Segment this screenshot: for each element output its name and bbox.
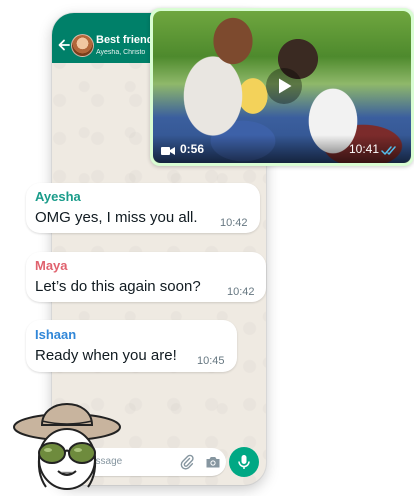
message-text: OMG yes, I miss you all. (35, 209, 198, 226)
message-time: 10:45 (197, 355, 225, 367)
message-sender: Ishaan (35, 327, 77, 342)
message-text: Let’s do this again soon? (35, 278, 201, 295)
attach-icon[interactable] (180, 454, 194, 470)
video-camera-icon (161, 147, 175, 155)
back-arrow-icon[interactable] (57, 38, 71, 52)
video-timestamp: 10:41 (349, 142, 380, 156)
play-icon (279, 78, 292, 94)
woman-with-hat-sticker (13, 403, 121, 490)
read-receipt-icon (381, 146, 396, 155)
video-duration: 0:56 (180, 142, 205, 156)
message-time: 10:42 (220, 217, 248, 229)
message-sender: Maya (35, 258, 68, 273)
message-text: Ready when you are! (35, 347, 177, 364)
play-button[interactable] (266, 68, 302, 104)
message-time: 10:42 (227, 286, 255, 298)
message-sender: Ayesha (35, 189, 81, 204)
mic-button[interactable] (229, 447, 259, 477)
group-avatar[interactable] (71, 34, 94, 57)
group-members: Ayesha, Christo (96, 49, 146, 56)
camera-icon[interactable] (205, 455, 221, 469)
mic-icon (238, 455, 250, 469)
video-message[interactable]: 0:56 10:41 (150, 8, 414, 166)
